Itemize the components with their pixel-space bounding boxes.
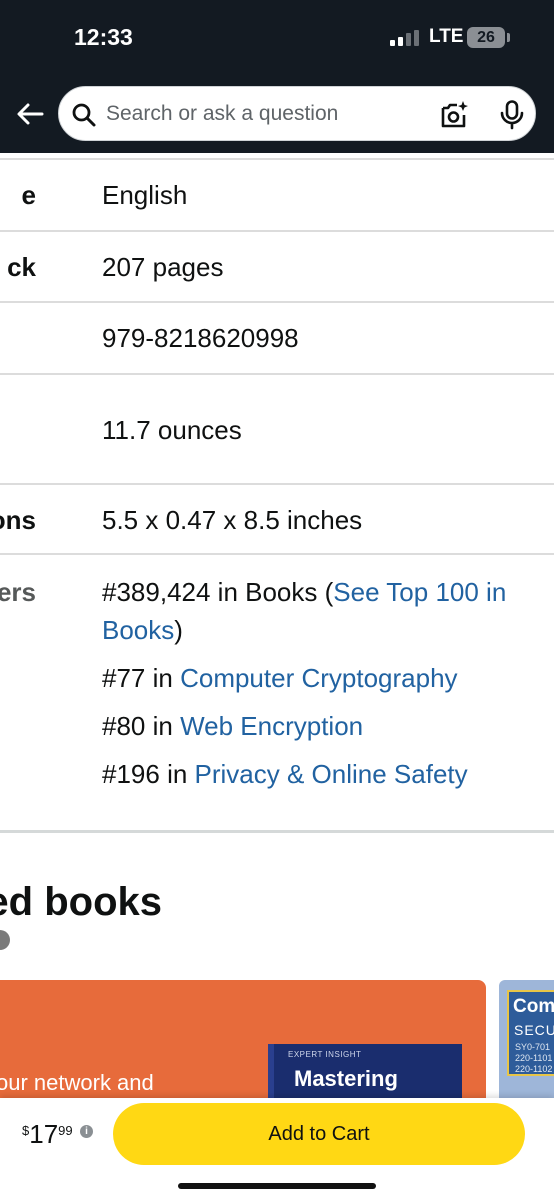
rank-item: #80 in Web Encryption: [102, 711, 363, 742]
search-header: [0, 78, 554, 153]
status-time: 12:33: [74, 24, 133, 50]
detail-value: 207 pages: [102, 252, 224, 282]
detail-row-weight: 11.7 ounces: [0, 373, 554, 485]
price: $1799: [22, 1119, 73, 1150]
info-dot-icon: [0, 930, 10, 950]
sponsored-banner[interactable]: our network and EXPERT INSIGHT Mastering: [0, 980, 486, 1100]
detail-key: e: [21, 180, 36, 210]
detail-key: ck: [7, 252, 36, 282]
detail-value: 979-8218620998: [102, 323, 299, 353]
section-title: ed books: [0, 880, 162, 924]
category-link[interactable]: Web Encryption: [180, 711, 363, 741]
top-100-link[interactable]: See Top 100 in: [333, 577, 506, 607]
rank-text: #80 in: [102, 711, 181, 741]
detail-key: ons: [0, 505, 36, 535]
search-input[interactable]: [106, 99, 426, 129]
rank-text: ): [174, 615, 183, 645]
exam-code: SY0-701: [515, 1042, 551, 1052]
add-to-cart-button[interactable]: Add to Cart: [113, 1103, 525, 1165]
price-fraction: 99: [58, 1123, 73, 1138]
rank-item: #77 in Computer Cryptography: [102, 663, 458, 694]
battery-icon: 26: [467, 27, 510, 48]
rank-books: #389,424 in Books (See Top 100 in: [102, 577, 506, 608]
category-link[interactable]: Computer Cryptography: [180, 663, 457, 693]
detail-row-best-sellers: ers #389,424 in Books (See Top 100 in Bo…: [0, 553, 554, 832]
rank-text: #389,424 in Books (: [102, 577, 334, 607]
books-link[interactable]: Books: [102, 615, 174, 645]
exam-code: 220-1102: [515, 1064, 553, 1074]
detail-row-pages: ck 207 pages: [0, 230, 554, 303]
back-arrow-icon[interactable]: [14, 98, 46, 130]
detail-value: 5.5 x 0.47 x 8.5 inches: [102, 505, 363, 535]
section-divider: [0, 830, 554, 833]
rank-item: #196 in Privacy & Online Safety: [102, 759, 468, 790]
price-whole: 17: [29, 1119, 59, 1149]
info-icon[interactable]: i: [80, 1125, 93, 1138]
book-cover: Com SECU SY0-701 220-1101 220-1102: [507, 990, 554, 1076]
detail-key: ers: [0, 577, 36, 607]
signal-icon: [390, 30, 419, 46]
detail-value: English: [102, 180, 188, 210]
banner-text: our network and: [0, 1070, 154, 1095]
book-codes: SY0-701 220-1101 220-1102: [515, 1042, 552, 1075]
book-title: Mastering: [294, 1066, 398, 1091]
book-cover[interactable]: EXPERT INSIGHT Mastering: [268, 1044, 462, 1100]
category-link[interactable]: Privacy & Online Safety: [195, 759, 468, 789]
book-title: Com: [513, 996, 554, 1017]
status-bar: 12:33 LTE 26: [0, 0, 554, 78]
book-subtitle: SECU: [514, 1022, 554, 1038]
camera-search-icon[interactable]: [439, 100, 469, 130]
search-box[interactable]: [58, 86, 536, 141]
buy-bar: $1799 i Add to Cart: [0, 1098, 554, 1200]
battery-level: 26: [477, 29, 495, 46]
book-card[interactable]: Com SECU SY0-701 220-1101 220-1102: [499, 980, 554, 1100]
detail-row-language: e English: [0, 158, 554, 232]
network-type: LTE: [429, 26, 464, 47]
search-icon: [72, 103, 96, 127]
price-currency: $: [22, 1123, 30, 1138]
rank-text: #196 in: [102, 759, 195, 789]
rank-books-cont: Books): [102, 615, 183, 646]
detail-value: 11.7 ounces: [102, 415, 242, 445]
rank-text: #77 in: [102, 663, 181, 693]
detail-row-dimensions: ons 5.5 x 0.47 x 8.5 inches: [0, 483, 554, 555]
detail-row-isbn: 979-8218620998: [0, 301, 554, 375]
microphone-icon[interactable]: [499, 100, 525, 130]
exam-code: 220-1101: [515, 1053, 553, 1063]
book-series: EXPERT INSIGHT: [288, 1050, 362, 1059]
home-indicator[interactable]: [178, 1183, 376, 1189]
